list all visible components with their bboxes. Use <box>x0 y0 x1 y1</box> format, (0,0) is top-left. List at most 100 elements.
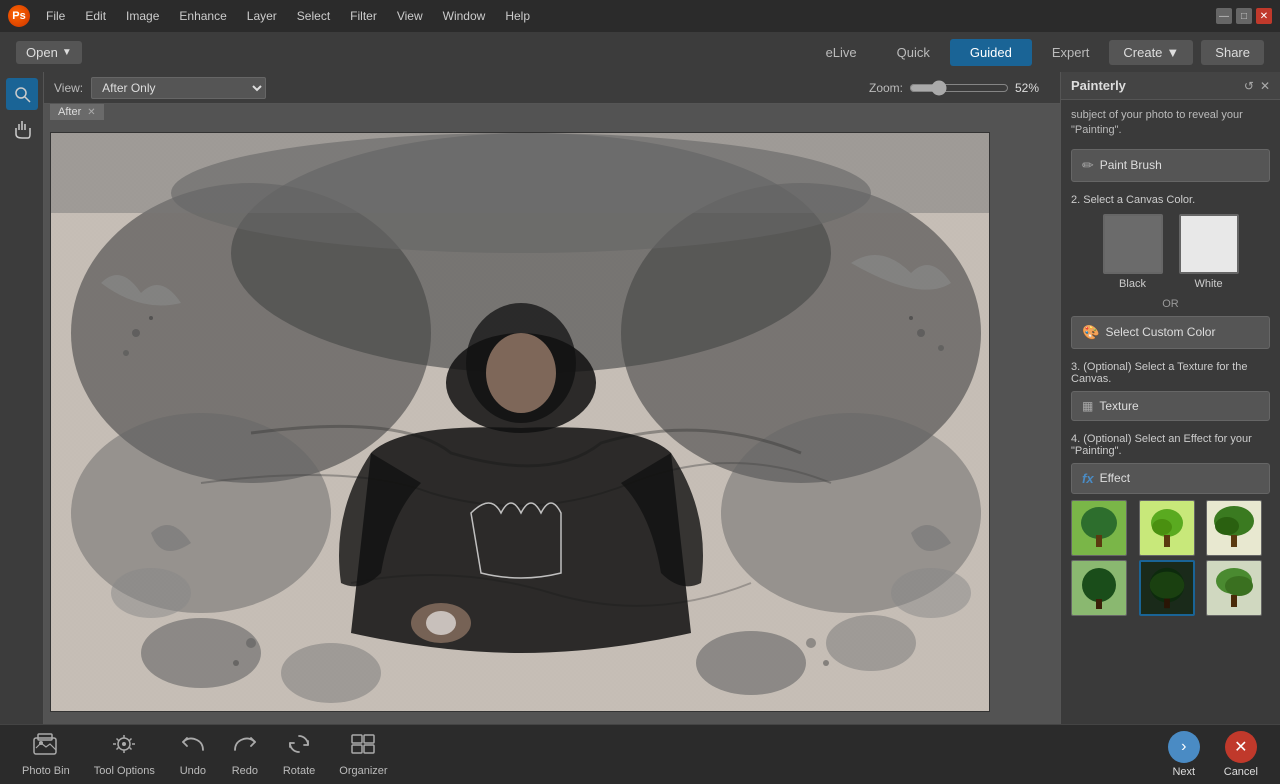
photo-bin-label: Photo Bin <box>22 765 70 777</box>
create-button[interactable]: Create ▼ <box>1109 40 1193 65</box>
cancel-button[interactable]: ✕ Cancel <box>1212 727 1270 782</box>
menu-select[interactable]: Select <box>293 9 334 23</box>
share-button[interactable]: Share <box>1201 40 1264 65</box>
effect-thumb-3[interactable] <box>1206 500 1262 556</box>
zoom-tool[interactable] <box>6 78 38 110</box>
app-icon: Ps <box>8 5 30 27</box>
or-divider: OR <box>1071 298 1270 310</box>
organizer-button[interactable]: Organizer <box>327 728 399 781</box>
color-option-black[interactable]: Black <box>1103 214 1163 290</box>
menu-help[interactable]: Help <box>501 9 534 23</box>
cancel-icon: ✕ <box>1225 731 1257 763</box>
custom-color-button[interactable]: 🎨 Select Custom Color <box>1071 316 1270 349</box>
black-swatch <box>1103 214 1163 274</box>
redo-icon <box>231 732 259 762</box>
open-button[interactable]: Open ▼ <box>16 41 82 64</box>
organizer-icon <box>349 732 377 762</box>
effect-thumb-2[interactable] <box>1139 500 1195 556</box>
zoom-label: Zoom: <box>869 81 903 95</box>
menu-filter[interactable]: Filter <box>346 9 381 23</box>
effect-thumb-5[interactable] <box>1139 560 1195 616</box>
create-arrow: ▼ <box>1166 45 1179 60</box>
panel-close-button[interactable]: ✕ <box>1260 79 1270 93</box>
open-arrow: ▼ <box>62 47 72 58</box>
mode-tabs: eLive Quick Guided Expert <box>806 39 1110 66</box>
step4-section: 4. (Optional) Select an Effect for your … <box>1071 433 1270 616</box>
effect-thumb-4[interactable] <box>1071 560 1127 616</box>
tool-options-icon <box>110 732 138 762</box>
canvas-tab-label: After <box>58 106 81 118</box>
custom-color-label: Select Custom Color <box>1105 325 1215 339</box>
white-swatch <box>1179 214 1239 274</box>
effect-icon: fx <box>1082 471 1094 486</box>
panel-title: Painterly <box>1071 78 1244 93</box>
color-options: Black White <box>1071 214 1270 290</box>
window-titlebar: Ps File Edit Image Enhance Layer Select … <box>0 0 1280 32</box>
main-area: View: After Only Before Only Before & Af… <box>0 72 1280 724</box>
effect-thumb-1[interactable] <box>1071 500 1127 556</box>
paint-brush-button[interactable]: ✏ Paint Brush <box>1071 149 1270 182</box>
step4-title: 4. (Optional) Select an Effect for your … <box>1071 433 1270 457</box>
menu-view[interactable]: View <box>393 9 427 23</box>
texture-button[interactable]: ▦ Texture <box>1071 391 1270 421</box>
canvas-svg <box>51 133 990 712</box>
bottom-bar: Photo Bin Tool Options Undo Redo <box>0 724 1280 784</box>
step2-title: 2. Select a Canvas Color. <box>1071 194 1270 206</box>
right-panel: Painterly ↺ ✕ subject of your photo to r… <box>1060 72 1280 724</box>
effect-label: Effect <box>1100 471 1130 485</box>
effect-button[interactable]: fx Effect <box>1071 463 1270 494</box>
menu-window[interactable]: Window <box>439 9 490 23</box>
rotate-icon <box>285 732 313 762</box>
hand-tool[interactable] <box>6 114 38 146</box>
menu-image[interactable]: Image <box>122 9 163 23</box>
step1-section: ✏ Paint Brush <box>1071 149 1270 182</box>
photo-bin-icon <box>32 732 60 762</box>
tab-elive[interactable]: eLive <box>806 39 877 66</box>
minimize-button[interactable]: — <box>1216 8 1232 24</box>
effect-grid <box>1071 500 1270 616</box>
step2-section: 2. Select a Canvas Color. Black White OR… <box>1071 194 1270 349</box>
photo-bin-button[interactable]: Photo Bin <box>10 728 82 781</box>
color-option-white[interactable]: White <box>1179 214 1239 290</box>
menu-enhance[interactable]: Enhance <box>175 9 230 23</box>
menu-edit[interactable]: Edit <box>81 9 110 23</box>
view-select[interactable]: After Only Before Only Before & After (H… <box>91 77 266 99</box>
undo-label: Undo <box>180 765 206 777</box>
redo-label: Redo <box>232 765 258 777</box>
zoom-slider[interactable] <box>909 80 1009 96</box>
redo-button[interactable]: Redo <box>219 728 271 781</box>
canvas-container: After ✕ <box>44 104 1060 724</box>
paint-brush-label: Paint Brush <box>1100 158 1162 172</box>
canvas-tab: After ✕ <box>50 104 104 120</box>
tab-guided[interactable]: Guided <box>950 39 1032 66</box>
undo-icon <box>179 732 207 762</box>
left-toolbar <box>0 72 44 724</box>
tool-options-button[interactable]: Tool Options <box>82 728 167 781</box>
tab-expert[interactable]: Expert <box>1032 39 1110 66</box>
panel-refresh-button[interactable]: ↺ <box>1244 79 1254 93</box>
view-bar: View: After Only Before Only Before & Af… <box>44 72 1060 104</box>
next-label: Next <box>1172 766 1195 778</box>
close-button[interactable]: ✕ <box>1256 8 1272 24</box>
undo-button[interactable]: Undo <box>167 728 219 781</box>
step3-title: 3. (Optional) Select a Texture for the C… <box>1071 361 1270 385</box>
tab-quick[interactable]: Quick <box>877 39 950 66</box>
canvas-close-tab[interactable]: ✕ <box>87 107 95 118</box>
texture-label: Texture <box>1099 399 1138 413</box>
step3-section: 3. (Optional) Select a Texture for the C… <box>1071 361 1270 421</box>
mode-bar: Open ▼ eLive Quick Guided Expert Create … <box>0 32 1280 72</box>
paint-brush-icon: ✏ <box>1082 157 1094 174</box>
menu-file[interactable]: File <box>42 9 69 23</box>
zoom-controls: Zoom: 52% <box>869 80 1050 96</box>
tool-options-label: Tool Options <box>94 765 155 777</box>
zoom-value: 52% <box>1015 81 1050 95</box>
white-label: White <box>1194 278 1222 290</box>
maximize-button[interactable]: □ <box>1236 8 1252 24</box>
panel-content: subject of your photo to reveal your "Pa… <box>1061 100 1280 724</box>
next-button[interactable]: › Next <box>1156 727 1212 782</box>
rotate-button[interactable]: Rotate <box>271 728 327 781</box>
menu-layer[interactable]: Layer <box>243 9 281 23</box>
effect-thumb-6[interactable] <box>1206 560 1262 616</box>
custom-color-icon: 🎨 <box>1082 324 1099 341</box>
cancel-label: Cancel <box>1224 766 1258 778</box>
